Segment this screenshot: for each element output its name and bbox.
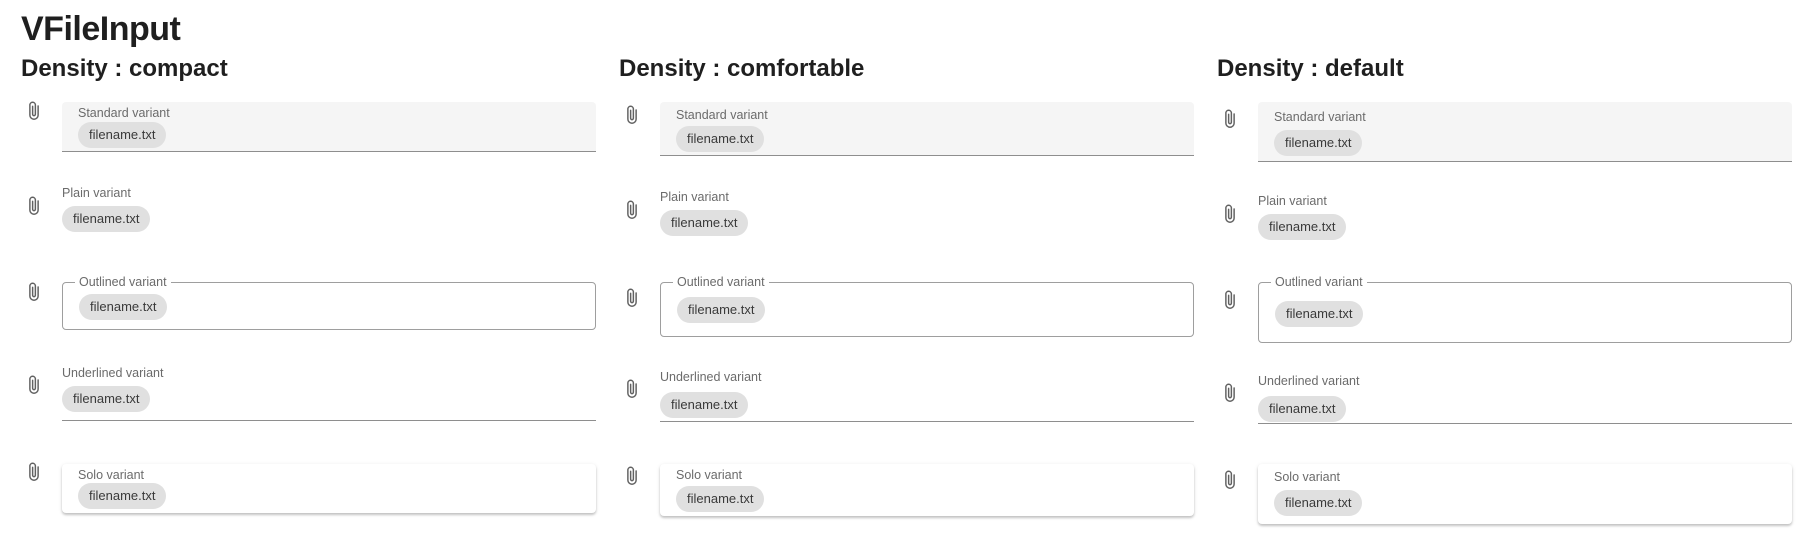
density-heading: Density : compact [21, 55, 228, 82]
solo-file-input[interactable]: Solo variant filename.txt [660, 464, 1194, 516]
file-chip[interactable]: filename.txt [1258, 214, 1347, 240]
field-label: Plain variant [1258, 194, 1327, 208]
plain-file-input[interactable]: Plain variant filename.txt [62, 184, 596, 234]
paperclip-icon[interactable] [23, 374, 45, 396]
file-chip[interactable]: filename.txt [79, 294, 168, 320]
field-label: Outlined variant [75, 275, 171, 289]
file-chip[interactable]: filename.txt [62, 206, 151, 232]
underlined-file-input[interactable]: Underlined variant filename.txt [1258, 374, 1792, 424]
paperclip-icon[interactable] [621, 287, 643, 309]
paperclip-icon[interactable] [1219, 469, 1241, 491]
density-heading: Density : comfortable [619, 55, 865, 82]
file-chip[interactable]: filename.txt [62, 386, 151, 412]
paperclip-icon[interactable] [621, 378, 643, 400]
plain-file-input[interactable]: Plain variant filename.txt [1258, 192, 1792, 242]
field-label: Underlined variant [660, 370, 762, 384]
file-chip[interactable]: filename.txt [676, 486, 765, 512]
file-chip[interactable]: filename.txt [676, 126, 765, 152]
field-label: Plain variant [660, 190, 729, 204]
paperclip-icon[interactable] [23, 281, 45, 303]
standard-file-input[interactable]: Standard variant filename.txt [660, 102, 1194, 156]
outlined-file-input[interactable]: Outlined variant filename.txt [660, 275, 1194, 337]
file-chip[interactable]: filename.txt [1275, 301, 1364, 327]
density-column-compact: Density : compact Standard variant filenam… [21, 0, 596, 540]
file-chip[interactable]: filename.txt [78, 122, 167, 148]
plain-file-input[interactable]: Plain variant filename.txt [660, 188, 1194, 238]
file-chip[interactable]: filename.txt [1274, 130, 1363, 156]
solo-file-input[interactable]: Solo variant filename.txt [1258, 464, 1792, 524]
field-label: Solo variant [676, 468, 743, 482]
field-label: Solo variant [1274, 470, 1341, 484]
solo-file-input[interactable]: Solo variant filename.txt [62, 464, 596, 513]
file-chip[interactable]: filename.txt [78, 483, 167, 509]
standard-file-input[interactable]: Standard variant filename.txt [1258, 102, 1792, 162]
paperclip-icon[interactable] [23, 461, 45, 483]
outlined-file-input[interactable]: Outlined variant filename.txt [62, 275, 596, 330]
underlined-file-input[interactable]: Underlined variant filename.txt [62, 366, 596, 421]
density-column-default: Density : default Standard variant filenam… [1217, 0, 1792, 540]
paperclip-icon[interactable] [1219, 289, 1241, 311]
underlined-file-input[interactable]: Underlined variant filename.txt [660, 370, 1194, 422]
paperclip-icon[interactable] [621, 104, 643, 126]
field-label: Outlined variant [1271, 275, 1367, 289]
file-chip[interactable]: filename.txt [677, 297, 766, 323]
file-chip[interactable]: filename.txt [660, 392, 749, 418]
field-label: Solo variant [78, 468, 145, 482]
field-label: Outlined variant [673, 275, 769, 289]
field-label: Standard variant [676, 108, 768, 122]
paperclip-icon[interactable] [1219, 382, 1241, 404]
file-chip[interactable]: filename.txt [1274, 490, 1363, 516]
paperclip-icon[interactable] [23, 100, 45, 122]
field-label: Underlined variant [1258, 374, 1360, 388]
field-label: Standard variant [78, 106, 170, 120]
standard-file-input[interactable]: Standard variant filename.txt [62, 102, 596, 152]
density-heading: Density : default [1217, 55, 1404, 82]
outlined-file-input[interactable]: Outlined variant filename.txt [1258, 275, 1792, 343]
paperclip-icon[interactable] [621, 465, 643, 487]
file-chip[interactable]: filename.txt [660, 210, 749, 236]
field-label: Standard variant [1274, 110, 1366, 124]
paperclip-icon[interactable] [621, 199, 643, 221]
field-label: Underlined variant [62, 366, 164, 380]
paperclip-icon[interactable] [1219, 108, 1241, 130]
file-chip[interactable]: filename.txt [1258, 396, 1347, 422]
field-label: Plain variant [62, 186, 131, 200]
density-column-comfortable: Density : comfortable Standard variant fil… [619, 0, 1194, 540]
paperclip-icon[interactable] [23, 195, 45, 217]
paperclip-icon[interactable] [1219, 203, 1241, 225]
